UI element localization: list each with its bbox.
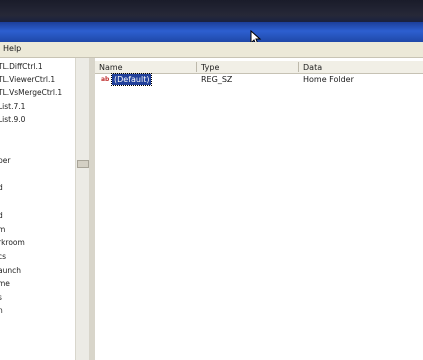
column-divider[interactable] bbox=[298, 62, 299, 72]
tree-item[interactable]: d bbox=[0, 183, 3, 192]
value-type: REG_SZ bbox=[201, 75, 233, 84]
column-header-type[interactable]: Type bbox=[201, 63, 219, 72]
desktop-top-band bbox=[0, 0, 423, 22]
window-title-bar[interactable] bbox=[0, 22, 423, 42]
column-header-data[interactable]: Data bbox=[303, 63, 322, 72]
table-row[interactable]: ab (Default) REG_SZ Home Folder bbox=[95, 73, 423, 86]
tree-item[interactable]: TL.ViewerCtrl.1 bbox=[0, 75, 55, 84]
tree-item[interactable]: List.7.1 bbox=[0, 102, 25, 111]
tree-item[interactable]: rkroom bbox=[0, 238, 25, 247]
tree-item[interactable]: m bbox=[0, 225, 5, 234]
value-data: Home Folder bbox=[303, 75, 354, 84]
tree-vertical-scrollbar[interactable] bbox=[75, 58, 90, 360]
column-header-name[interactable]: Name bbox=[99, 63, 123, 72]
tree-item[interactable]: n bbox=[0, 306, 3, 315]
tree-item[interactable]: per bbox=[0, 156, 10, 165]
tree-item[interactable]: TL.DiffCtrl.1 bbox=[0, 62, 43, 71]
scrollbar-thumb[interactable] bbox=[77, 160, 89, 168]
value-name-selected[interactable]: (Default) bbox=[110, 73, 153, 86]
tree-item[interactable]: cs bbox=[0, 252, 6, 261]
registry-values-list[interactable]: Name Type Data ab (Default) REG_SZ Home … bbox=[95, 58, 423, 360]
string-value-icon: ab bbox=[101, 76, 110, 83]
menu-help[interactable]: Help bbox=[3, 44, 21, 53]
column-divider[interactable] bbox=[196, 62, 197, 72]
tree-item[interactable]: d bbox=[0, 211, 3, 220]
tree-item[interactable]: me bbox=[0, 279, 10, 288]
tree-item[interactable]: TL.VsMergeCtrl.1 bbox=[0, 88, 62, 97]
tree-item[interactable]: List.9.0 bbox=[0, 115, 25, 124]
tree-item[interactable]: aunch bbox=[0, 266, 21, 275]
menu-bar: Help bbox=[0, 42, 423, 58]
list-header: Name Type Data bbox=[95, 61, 423, 74]
tree-item[interactable]: s bbox=[0, 293, 2, 302]
